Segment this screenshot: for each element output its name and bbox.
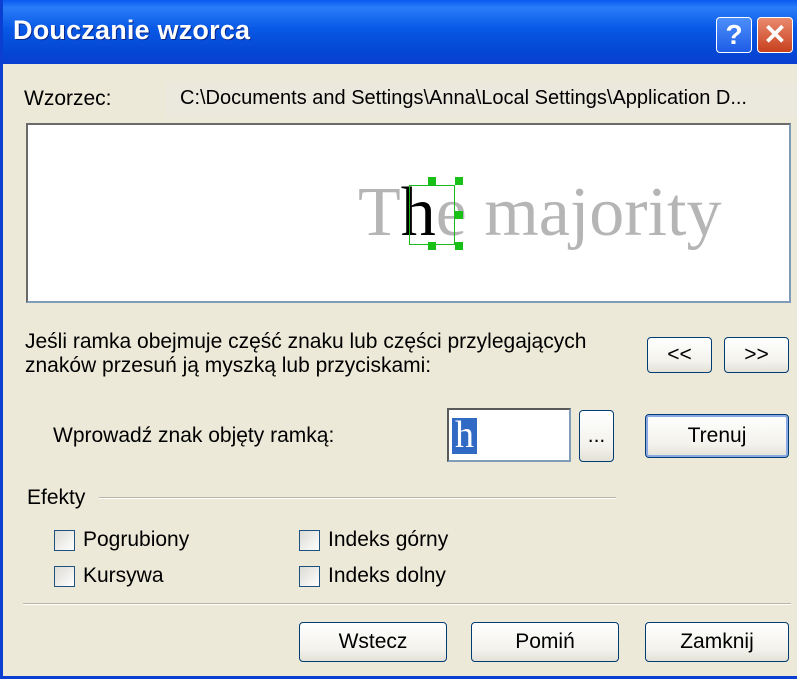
pattern-preview[interactable]: The majority bbox=[26, 123, 791, 303]
dialog-window: Douczanie wzorca ? ✕ Wzorzec: C:\Documen… bbox=[0, 0, 797, 679]
bold-checkbox-box[interactable] bbox=[54, 529, 75, 551]
close-icon: ✕ bbox=[763, 19, 787, 50]
pattern-label: Wzorzec: bbox=[24, 87, 112, 110]
selection-handle-bottom[interactable] bbox=[428, 242, 436, 250]
help-icon: ? bbox=[725, 19, 743, 50]
selection-handle-bottom-right[interactable] bbox=[455, 242, 463, 250]
superscript-checkbox-label: Indeks górny bbox=[328, 528, 449, 551]
italic-checkbox[interactable]: Kursywa bbox=[54, 564, 164, 588]
close-button[interactable]: Zamknij bbox=[645, 622, 789, 662]
bold-checkbox-label: Pogrubiony bbox=[83, 528, 190, 551]
subscript-checkbox[interactable]: Indeks dolny bbox=[299, 564, 446, 588]
browse-button[interactable]: ... bbox=[579, 410, 614, 462]
pattern-path: C:\Documents and Settings\Anna\Local Set… bbox=[180, 87, 747, 109]
back-button[interactable]: Wstecz bbox=[299, 622, 447, 662]
selection-frame[interactable] bbox=[409, 185, 455, 245]
italic-checkbox-label: Kursywa bbox=[83, 564, 164, 587]
instruction-line-1: Jeśli ramka obejmuje część znaku lub czę… bbox=[25, 330, 587, 353]
selection-handle-top-right[interactable] bbox=[455, 177, 463, 185]
effects-group-line bbox=[99, 497, 616, 499]
selection-handle-right[interactable] bbox=[455, 211, 463, 219]
selection-handle-top[interactable] bbox=[428, 177, 436, 185]
close-window-button[interactable]: ✕ bbox=[757, 17, 793, 53]
preview-text-after: e majority bbox=[435, 174, 722, 251]
help-button[interactable]: ? bbox=[716, 17, 752, 53]
pattern-path-field: C:\Documents and Settings\Anna\Local Set… bbox=[166, 83, 797, 117]
italic-checkbox-box[interactable] bbox=[54, 565, 75, 587]
footer-separator bbox=[23, 603, 791, 605]
train-button[interactable]: Trenuj bbox=[645, 414, 789, 458]
window-title: Douczanie wzorca bbox=[13, 15, 251, 45]
bold-checkbox[interactable]: Pogrubiony bbox=[54, 528, 189, 552]
subscript-checkbox-box[interactable] bbox=[299, 565, 320, 587]
subscript-checkbox-label: Indeks dolny bbox=[328, 564, 446, 587]
effects-group-label: Efekty bbox=[27, 486, 86, 509]
instruction-line-2: znaków przesuń ją myszką lub przyciskami… bbox=[25, 354, 432, 377]
skip-button[interactable]: Pomiń bbox=[471, 622, 619, 662]
previous-char-button[interactable]: << bbox=[647, 337, 712, 373]
preview-text-before: T bbox=[358, 174, 401, 251]
title-bar[interactable]: Douczanie wzorca ? ✕ bbox=[3, 0, 797, 64]
char-input-value: h bbox=[452, 416, 477, 454]
next-char-button[interactable]: >> bbox=[724, 337, 789, 373]
superscript-checkbox[interactable]: Indeks górny bbox=[299, 528, 448, 552]
superscript-checkbox-box[interactable] bbox=[299, 529, 320, 551]
char-entry-label: Wprowadź znak objęty ramką: bbox=[53, 424, 335, 447]
char-input[interactable]: h bbox=[447, 408, 571, 462]
